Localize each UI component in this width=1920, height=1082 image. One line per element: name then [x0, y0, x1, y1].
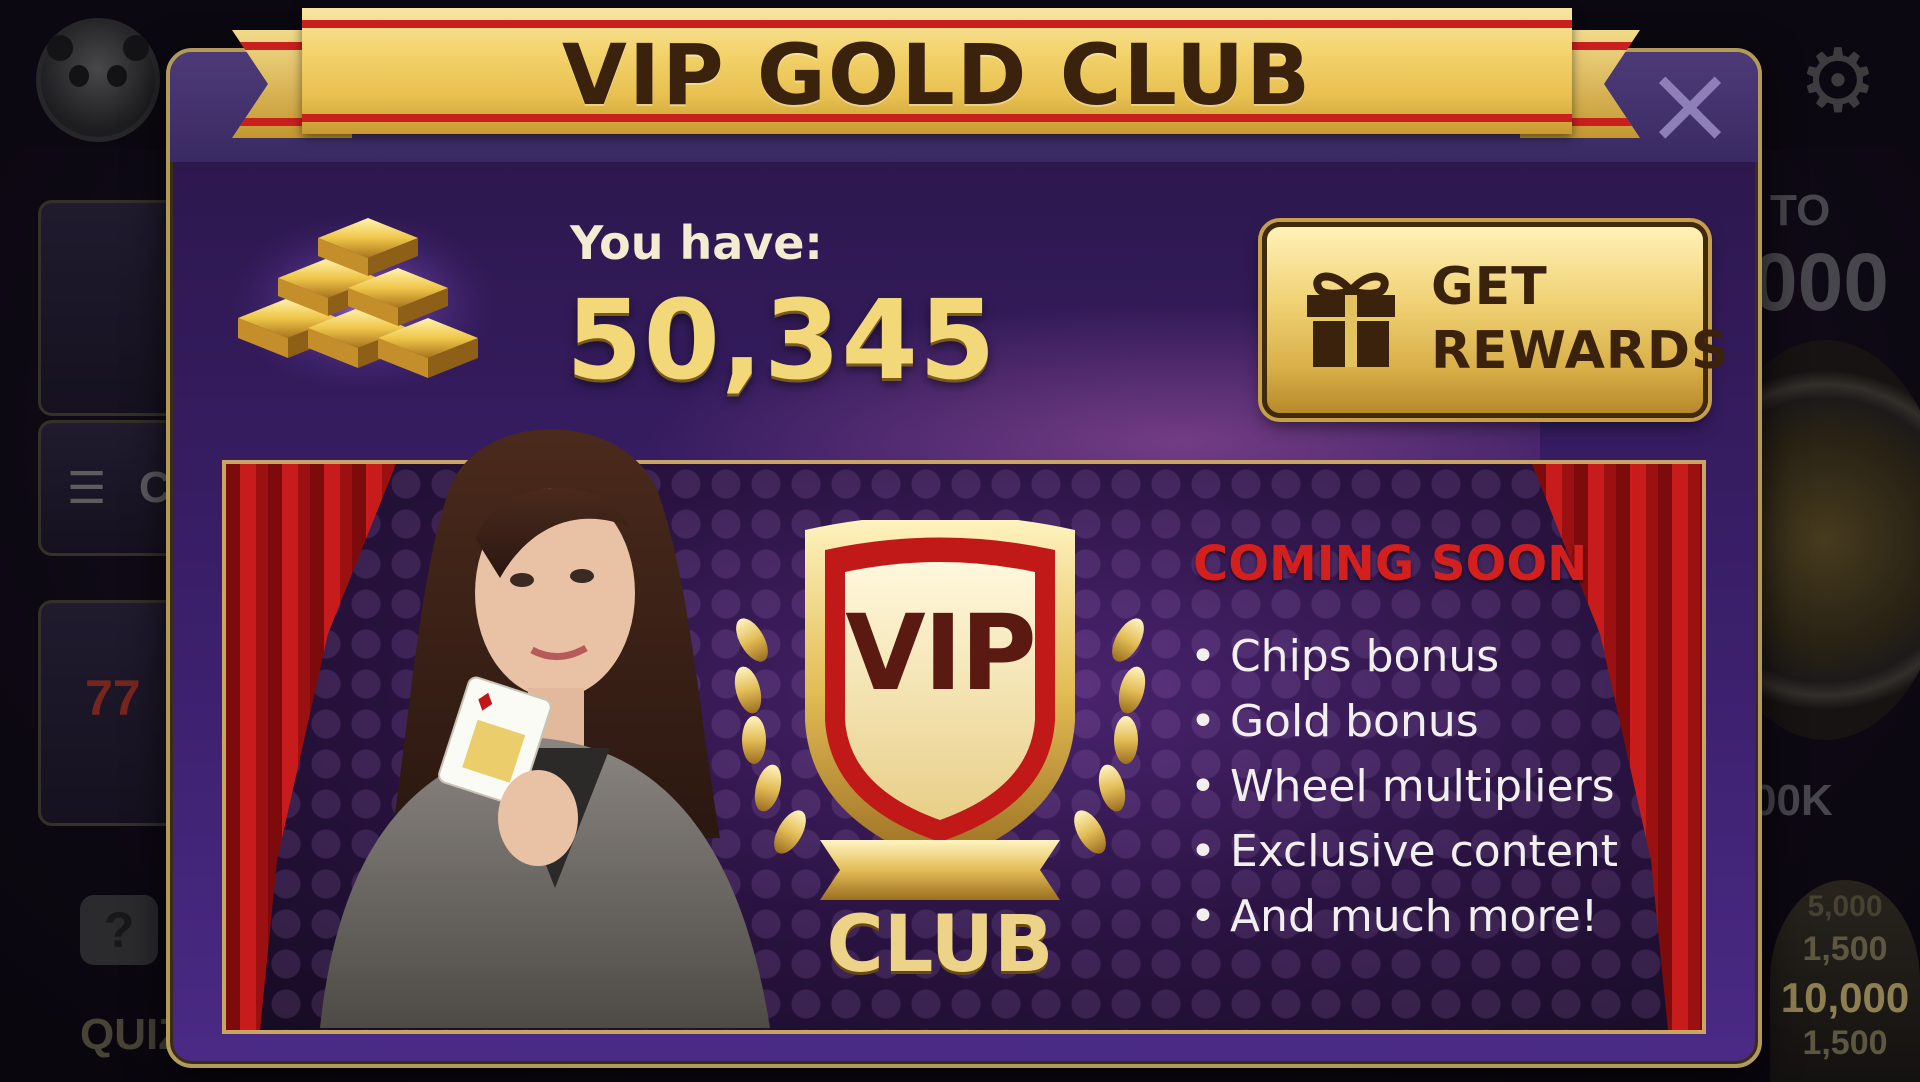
title-banner: VIP GOLD CLUB — [302, 8, 1572, 134]
get-rewards-line1: GET — [1431, 257, 1548, 317]
gold-bars-icon — [228, 213, 498, 388]
get-rewards-button[interactable]: GET REWARDS — [1262, 222, 1728, 418]
list-item: Chips bonus — [1190, 624, 1618, 689]
get-rewards-line2: REWARDS — [1431, 321, 1730, 381]
get-rewards-label: GET REWARDS — [1431, 255, 1729, 383]
emblem-club-text: CLUB — [826, 900, 1054, 990]
modal-title: VIP GOLD CLUB — [561, 26, 1313, 124]
feature-list: Chips bonus Gold bonus Wheel multipliers… — [1190, 624, 1618, 949]
hostess-illustration: ♦ — [320, 429, 770, 1028]
gold-balance-label: You have: — [570, 216, 823, 270]
close-icon[interactable]: × — [1640, 49, 1740, 159]
coming-soon-heading: COMING SOON — [1193, 536, 1588, 592]
list-item: Exclusive content — [1190, 819, 1618, 884]
emblem-vip-text: VIP — [845, 592, 1036, 714]
gold-balance-value: 50,345 — [566, 276, 997, 404]
gift-icon — [1307, 272, 1395, 367]
list-item: And much more! — [1190, 884, 1618, 949]
list-item: Wheel multipliers — [1190, 754, 1618, 819]
list-item: Gold bonus — [1190, 689, 1618, 754]
